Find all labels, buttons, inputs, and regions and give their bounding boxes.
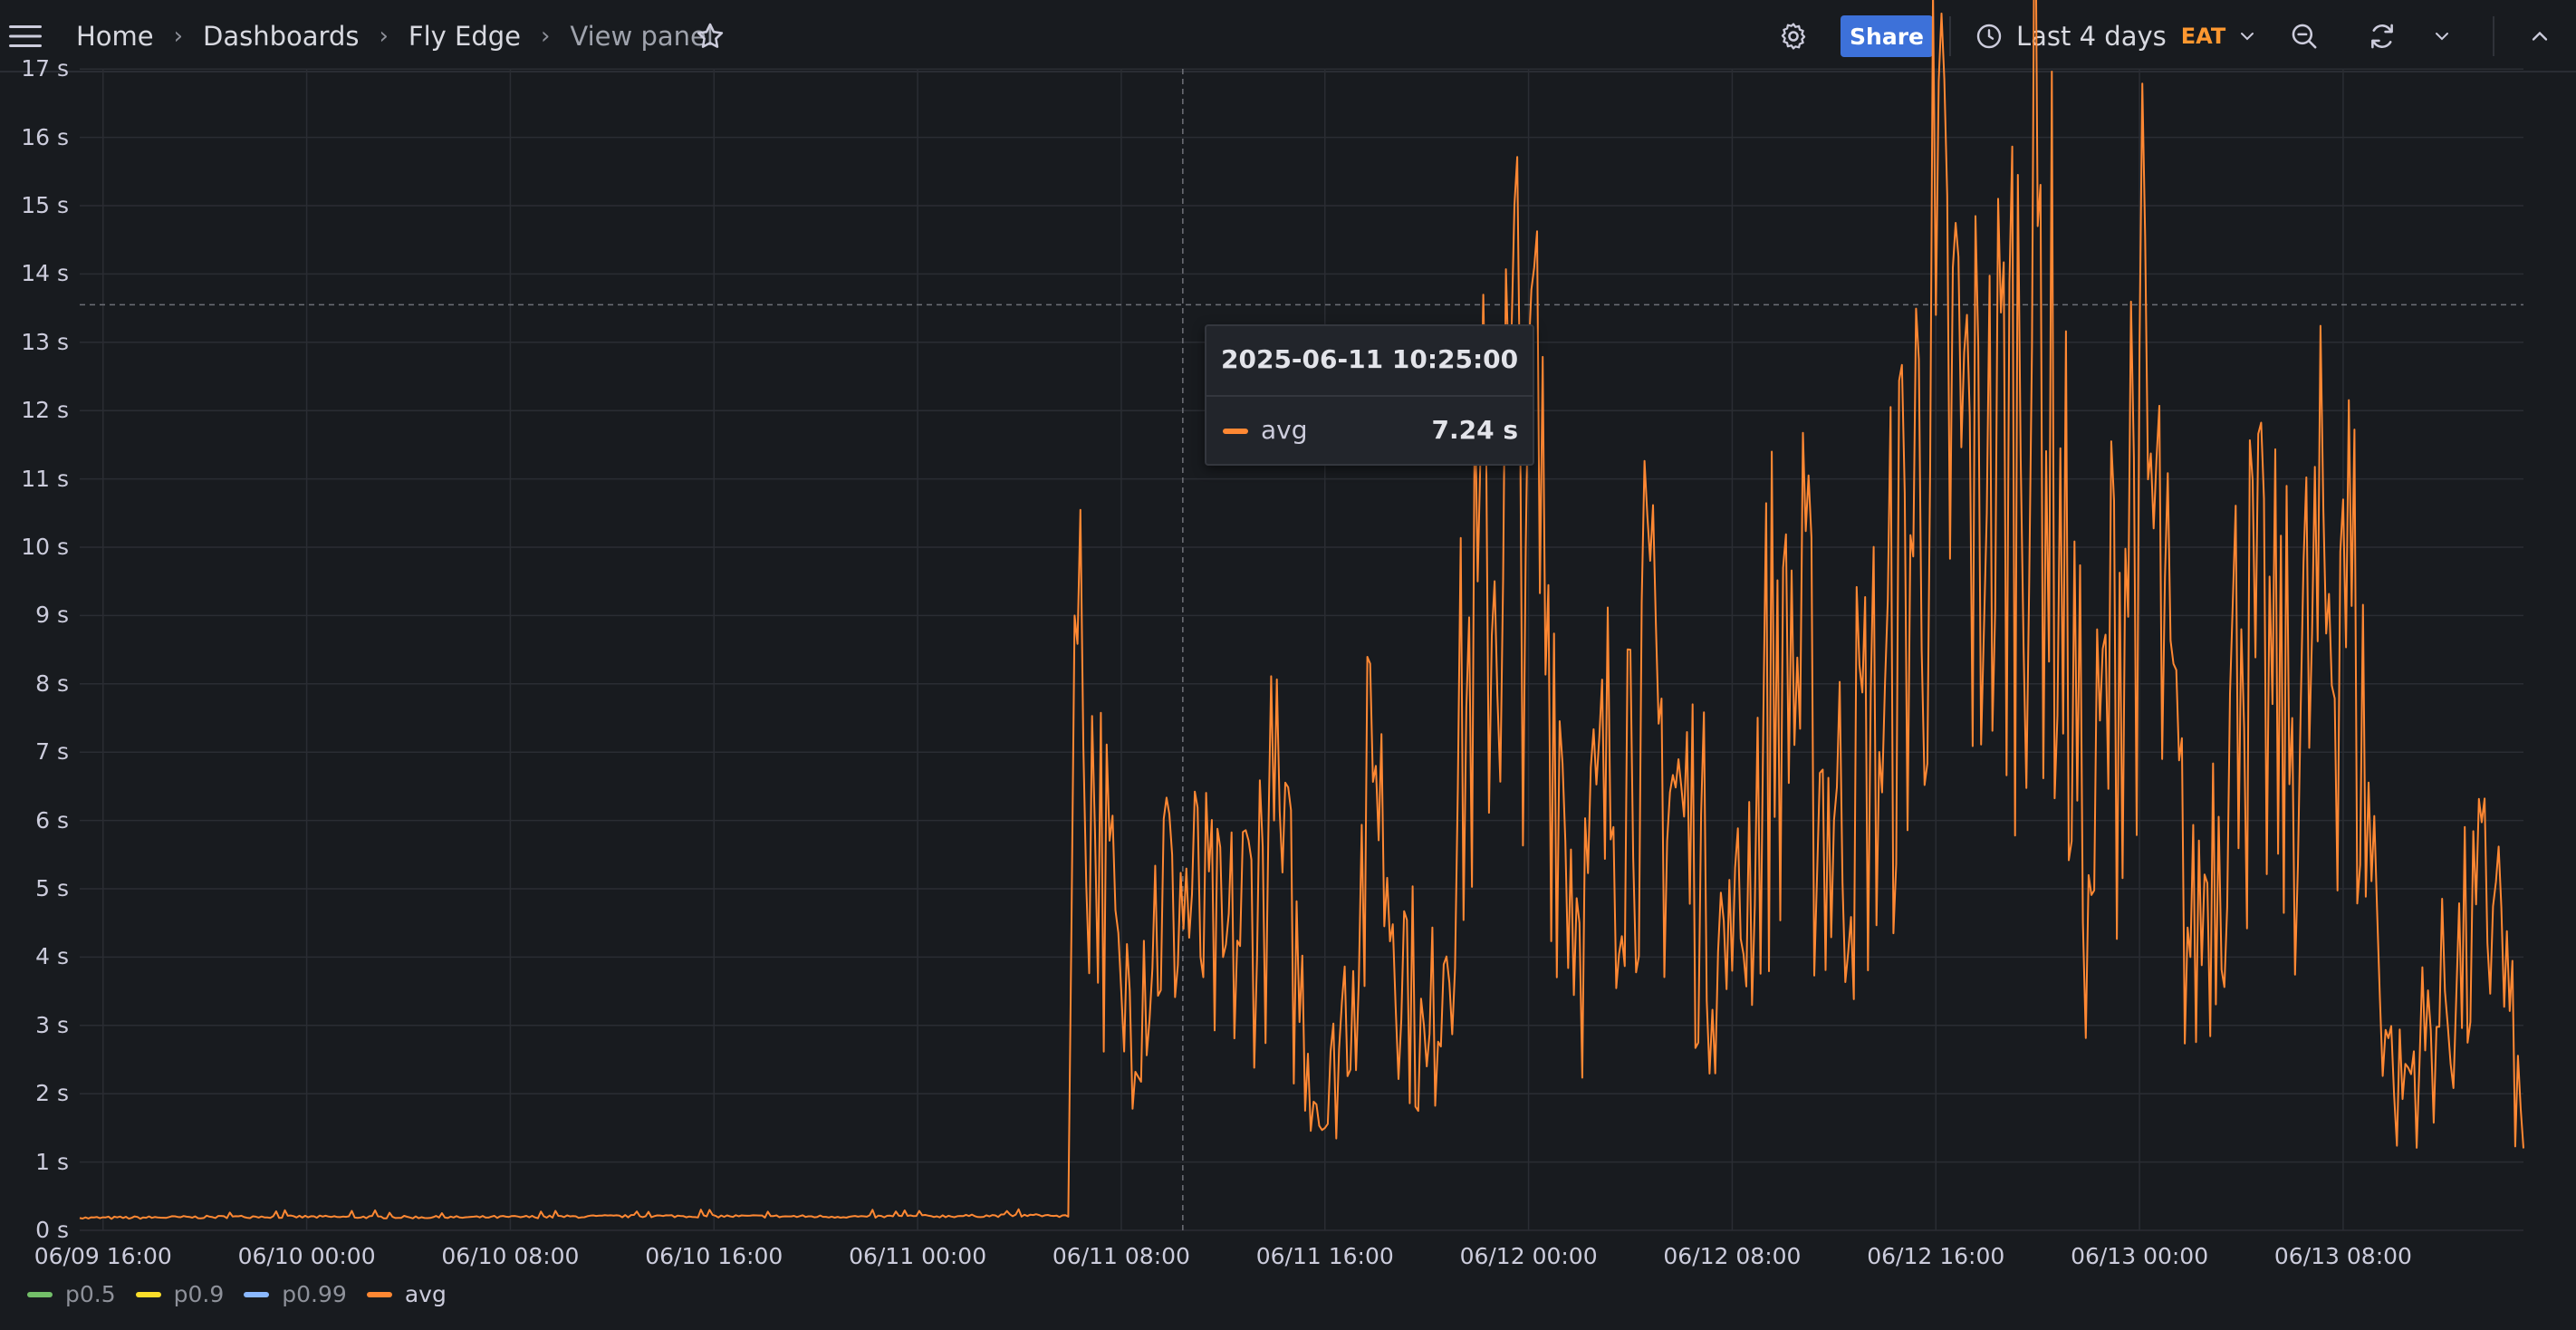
y-tick-label: 9 s	[35, 602, 69, 629]
y-tick-label: 17 s	[21, 55, 69, 82]
legend-label: avg	[404, 1281, 447, 1307]
y-tick-label: 11 s	[21, 465, 69, 492]
hover-tooltip: 2025-06-11 10:25:00 avg 7.24 s	[1205, 324, 1534, 466]
legend-item[interactable]: p0.99	[244, 1281, 347, 1307]
y-tick-label: 13 s	[21, 328, 69, 355]
legend-label: p0.99	[282, 1281, 347, 1307]
series-line-avg	[79, 0, 2524, 1220]
x-tick-label: 06/10 16:00	[645, 1243, 783, 1269]
chart-legend: p0.5 p0.9 p0.99 avg	[27, 1281, 466, 1307]
y-tick-label: 7 s	[35, 738, 69, 766]
y-tick-label: 16 s	[21, 123, 69, 150]
x-tick-label: 06/13 08:00	[2273, 1243, 2412, 1269]
y-tick-label: 3 s	[35, 1011, 69, 1038]
legend-item[interactable]: p0.5	[27, 1281, 116, 1307]
y-tick-label: 10 s	[21, 534, 69, 560]
x-tick-label: 06/12 16:00	[1867, 1243, 2005, 1269]
legend-swatch	[244, 1291, 270, 1297]
x-tick-label: 06/11 16:00	[1255, 1243, 1394, 1269]
y-tick-label: 0 s	[35, 1217, 69, 1243]
x-tick-label: 06/11 08:00	[1052, 1243, 1190, 1269]
tooltip-series-swatch	[1223, 429, 1248, 434]
y-tick-label: 2 s	[35, 1080, 69, 1107]
x-tick-label: 06/10 08:00	[441, 1243, 580, 1269]
legend-label: p0.5	[65, 1281, 116, 1307]
tooltip-series-value: 7.24 s	[1431, 415, 1519, 445]
y-tick-label: 5 s	[35, 875, 69, 901]
legend-label: p0.9	[173, 1281, 225, 1307]
y-tick-label: 12 s	[21, 397, 69, 424]
x-tick-label: 06/09 16:00	[34, 1243, 172, 1269]
legend-item[interactable]: avg	[366, 1281, 447, 1307]
x-tick-label: 06/10 00:00	[237, 1243, 376, 1269]
tooltip-series-name: avg	[1261, 415, 1308, 445]
y-tick-label: 8 s	[35, 670, 69, 697]
legend-swatch	[27, 1291, 53, 1297]
x-tick-label: 06/13 00:00	[2071, 1243, 2209, 1269]
x-tick-label: 06/11 00:00	[849, 1243, 987, 1269]
y-tick-label: 1 s	[35, 1148, 69, 1175]
y-tick-label: 15 s	[21, 192, 69, 218]
legend-swatch	[366, 1291, 392, 1297]
y-tick-label: 4 s	[35, 943, 69, 970]
legend-item[interactable]: p0.9	[135, 1281, 225, 1307]
legend-swatch	[135, 1291, 161, 1297]
time-series-chart[interactable]	[0, 0, 2576, 1330]
tooltip-divider	[1206, 395, 1533, 397]
y-tick-label: 14 s	[21, 260, 69, 287]
tooltip-time: 2025-06-11 10:25:00	[1221, 344, 1519, 374]
x-tick-label: 06/12 08:00	[1663, 1243, 1802, 1269]
x-tick-label: 06/12 00:00	[1459, 1243, 1598, 1269]
y-tick-label: 6 s	[35, 806, 69, 834]
